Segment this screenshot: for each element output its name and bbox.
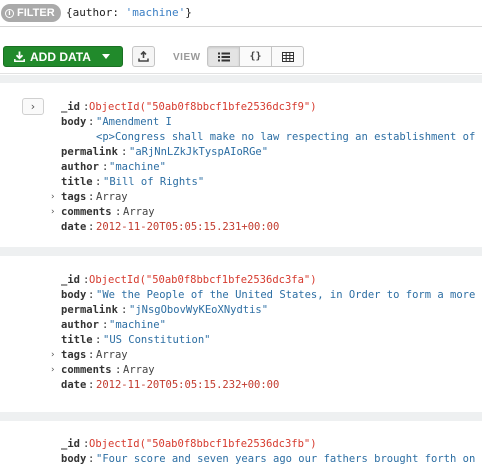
field-value[interactable]: <p>Congress shall make no law respecting… <box>96 130 482 145</box>
field-key: author <box>61 161 99 173</box>
field-tags: › tags: Array <box>50 348 128 363</box>
field-value[interactable]: ObjectId("50ab0f8bbcf1bfe2536dc3f9") <box>89 100 317 115</box>
field-value[interactable]: "aRjNnLZkJkTyspAIoRGe" <box>129 145 268 160</box>
field-value[interactable]: "Four score and seven years ago our fath… <box>96 452 482 467</box>
filter-pill[interactable]: i FILTER <box>1 4 61 22</box>
field-key: body <box>61 453 87 465</box>
export-icon <box>138 51 149 62</box>
json-view-button[interactable]: {} <box>239 46 272 67</box>
field-key: permalink <box>61 304 118 316</box>
field-key: body <box>61 289 87 301</box>
documents-toolbar: ADD DATA VIEW {} <box>0 38 482 74</box>
field-date: date: 2012-11-20T05:05:15.231+00:00 <box>61 220 280 235</box>
chevron-down-icon <box>101 54 110 59</box>
field-key: date <box>61 221 87 233</box>
download-icon <box>14 51 25 62</box>
filter-query-value: 'machine' <box>125 6 186 19</box>
field-value[interactable]: 2012-11-20T05:05:15.232+00:00 <box>96 378 279 393</box>
list-view-button[interactable] <box>207 46 240 67</box>
table-view-icon <box>281 51 294 62</box>
triangle-right-icon[interactable]: › <box>50 190 55 205</box>
field-value[interactable]: Array <box>123 205 155 220</box>
field-body: body: "We the People of the United State… <box>0 288 482 303</box>
add-data-button[interactable]: ADD DATA <box>3 46 123 67</box>
field-value[interactable]: "machine" <box>109 318 166 333</box>
document-card: _id: ObjectId("50ab0f8bbcf1bfe2536dc3fb"… <box>0 421 482 468</box>
list-view-icon <box>217 52 230 61</box>
field-value[interactable]: 2012-11-20T05:05:15.231+00:00 <box>96 220 279 235</box>
field-body-continued: <p>Congress shall make no law respecting… <box>0 130 482 145</box>
document-card: › _id: ObjectId("50ab0f8bbcf1bfe2536dc3f… <box>0 83 482 247</box>
field-key: _id <box>61 101 80 113</box>
field-key: author <box>61 319 99 331</box>
field-key: tags <box>61 349 87 361</box>
field-permalink: permalink: "aRjNnLZkJkTyspAIoRGe" <box>61 145 269 160</box>
filter-bar: i FILTER {author: 'machine'} <box>0 0 482 27</box>
filter-query-suffix: } <box>185 6 192 19</box>
add-data-label: ADD DATA <box>30 49 91 64</box>
filter-query-prefix: {author: <box>66 6 126 19</box>
field-key: permalink <box>61 146 118 158</box>
filter-label: FILTER <box>17 7 55 19</box>
field-comments: › comments: Array <box>50 205 155 220</box>
field-key: title <box>61 334 93 346</box>
field-id: _id: ObjectId("50ab0f8bbcf1bfe2536dc3fa"… <box>61 273 317 288</box>
field-key: date <box>61 379 87 391</box>
field-value[interactable]: Array <box>96 190 128 205</box>
field-key: title <box>61 176 93 188</box>
field-key: _id <box>61 274 80 286</box>
field-key: comments <box>61 206 112 218</box>
triangle-right-icon[interactable]: › <box>50 348 55 363</box>
field-body: body: "Four score and seven years ago ou… <box>0 452 482 467</box>
triangle-right-icon[interactable]: › <box>50 363 55 378</box>
field-title: title: "US Constitution" <box>61 333 211 348</box>
field-value[interactable]: "We the People of the United States, in … <box>96 288 482 303</box>
field-value[interactable]: Array <box>96 348 128 363</box>
view-label: VIEW <box>173 52 201 63</box>
document-card: _id: ObjectId("50ab0f8bbcf1bfe2536dc3fa"… <box>0 256 482 412</box>
view-toggle-group: {} <box>207 46 304 67</box>
field-tags: › tags: Array <box>50 190 128 205</box>
field-comments: › comments: Array <box>50 363 155 378</box>
field-date: date: 2012-11-20T05:05:15.232+00:00 <box>61 378 280 393</box>
field-value[interactable]: ObjectId("50ab0f8bbcf1bfe2536dc3fa") <box>89 273 317 288</box>
field-value[interactable]: "US Constitution" <box>103 333 210 348</box>
field-value[interactable]: "jNsgObovWyKEoXNydtis" <box>129 303 268 318</box>
field-value[interactable]: Array <box>123 363 155 378</box>
json-view-label: {} <box>249 51 262 62</box>
document-list: › _id: ObjectId("50ab0f8bbcf1bfe2536dc3f… <box>0 75 482 468</box>
triangle-right-icon[interactable]: › <box>50 205 55 220</box>
field-id: _id: ObjectId("50ab0f8bbcf1bfe2536dc3fb"… <box>61 437 317 452</box>
field-author: author: "machine" <box>61 160 166 175</box>
field-permalink: permalink: "jNsgObovWyKEoXNydtis" <box>61 303 269 318</box>
field-key: _id <box>61 438 80 450</box>
field-id: _id: ObjectId("50ab0f8bbcf1bfe2536dc3f9"… <box>61 100 317 115</box>
field-key: comments <box>61 364 112 376</box>
table-view-button[interactable] <box>271 46 304 67</box>
field-key: tags <box>61 191 87 203</box>
field-author: author: "machine" <box>61 318 166 333</box>
field-value[interactable]: "Bill of Rights" <box>103 175 204 190</box>
field-value[interactable]: "Amendment I <box>96 115 172 130</box>
field-body: body: "Amendment I <box>61 115 172 130</box>
field-key: body <box>61 116 87 128</box>
field-value[interactable]: ObjectId("50ab0f8bbcf1bfe2536dc3fb") <box>89 437 317 452</box>
field-value[interactable]: "machine" <box>109 160 166 175</box>
info-icon: i <box>5 8 14 18</box>
export-button[interactable] <box>132 46 155 67</box>
field-title: title: "Bill of Rights" <box>61 175 205 190</box>
filter-query-input[interactable]: {author: 'machine'} <box>66 6 192 19</box>
